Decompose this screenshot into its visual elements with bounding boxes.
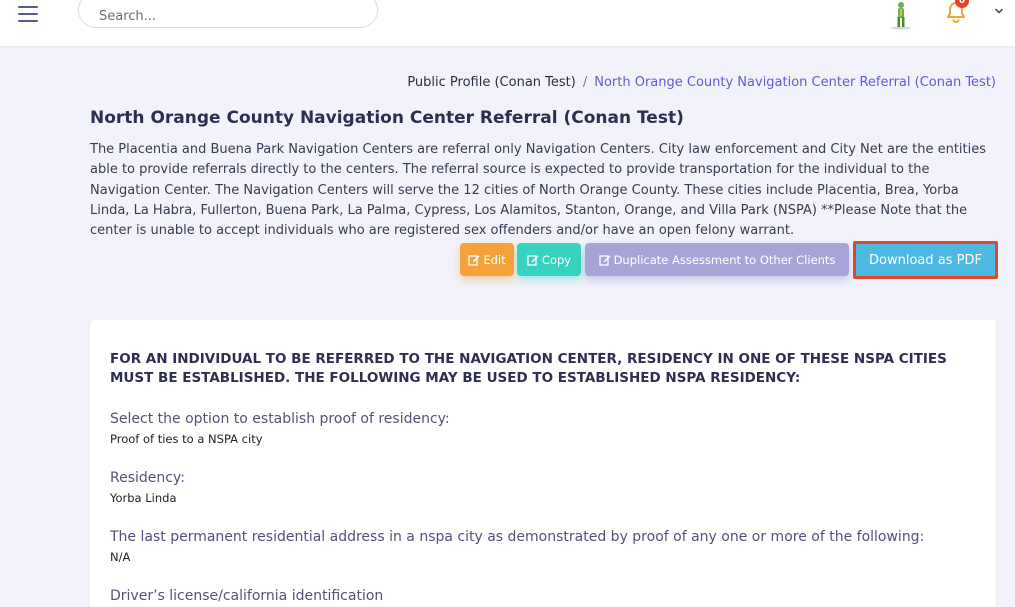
page-title: North Orange County Navigation Center Re… <box>90 108 684 128</box>
top-navbar: 0 <box>0 0 1015 46</box>
field-question: Driver’s license/california identificati… <box>110 588 384 604</box>
breadcrumb-public-profile-link[interactable]: Public Profile (Conan Test) <box>407 75 576 90</box>
copy-button[interactable]: Copy <box>517 243 581 276</box>
hamburger-menu-icon[interactable] <box>18 6 38 22</box>
field-answer: N/A <box>110 550 131 564</box>
edit-label: Edit <box>483 252 506 267</box>
chevron-down-icon[interactable] <box>992 4 1006 18</box>
field-answer: Yorba Linda <box>110 491 177 505</box>
download-pdf-button[interactable]: Download as PDF <box>853 241 998 279</box>
download-pdf-label: Download as PDF <box>869 252 982 268</box>
search-input[interactable] <box>78 0 378 28</box>
breadcrumb: Public Profile (Conan Test) / North Orange… <box>407 75 996 90</box>
user-avatar-icon[interactable] <box>888 0 914 30</box>
breadcrumb-current: North Orange County Navigation Center Re… <box>594 75 996 90</box>
copy-label: Copy <box>541 252 572 267</box>
field-question: The last permanent residential address i… <box>110 529 925 545</box>
edit-icon <box>468 254 480 266</box>
edit-icon <box>598 254 611 266</box>
card-heading: FOR AN INDIVIDUAL TO BE REFERRED TO THE … <box>110 351 947 386</box>
field-answer: Proof of ties to a NSPA city <box>110 432 263 446</box>
assessment-card: FOR AN INDIVIDUAL TO BE REFERRED TO THE … <box>90 320 996 607</box>
duplicate-assessment-button[interactable]: Duplicate Assessment to Other Clients <box>585 243 849 276</box>
field-question: Residency: <box>110 470 185 486</box>
field-question: Select the option to establish proof of … <box>110 411 450 427</box>
duplicate-label: Duplicate Assessment to Other Clients <box>613 252 836 267</box>
edit-button[interactable]: Edit <box>460 243 514 276</box>
page-description: The Placentia and Buena Park Navigation … <box>90 142 987 239</box>
edit-icon <box>527 254 539 266</box>
breadcrumb-separator: / <box>582 75 588 90</box>
